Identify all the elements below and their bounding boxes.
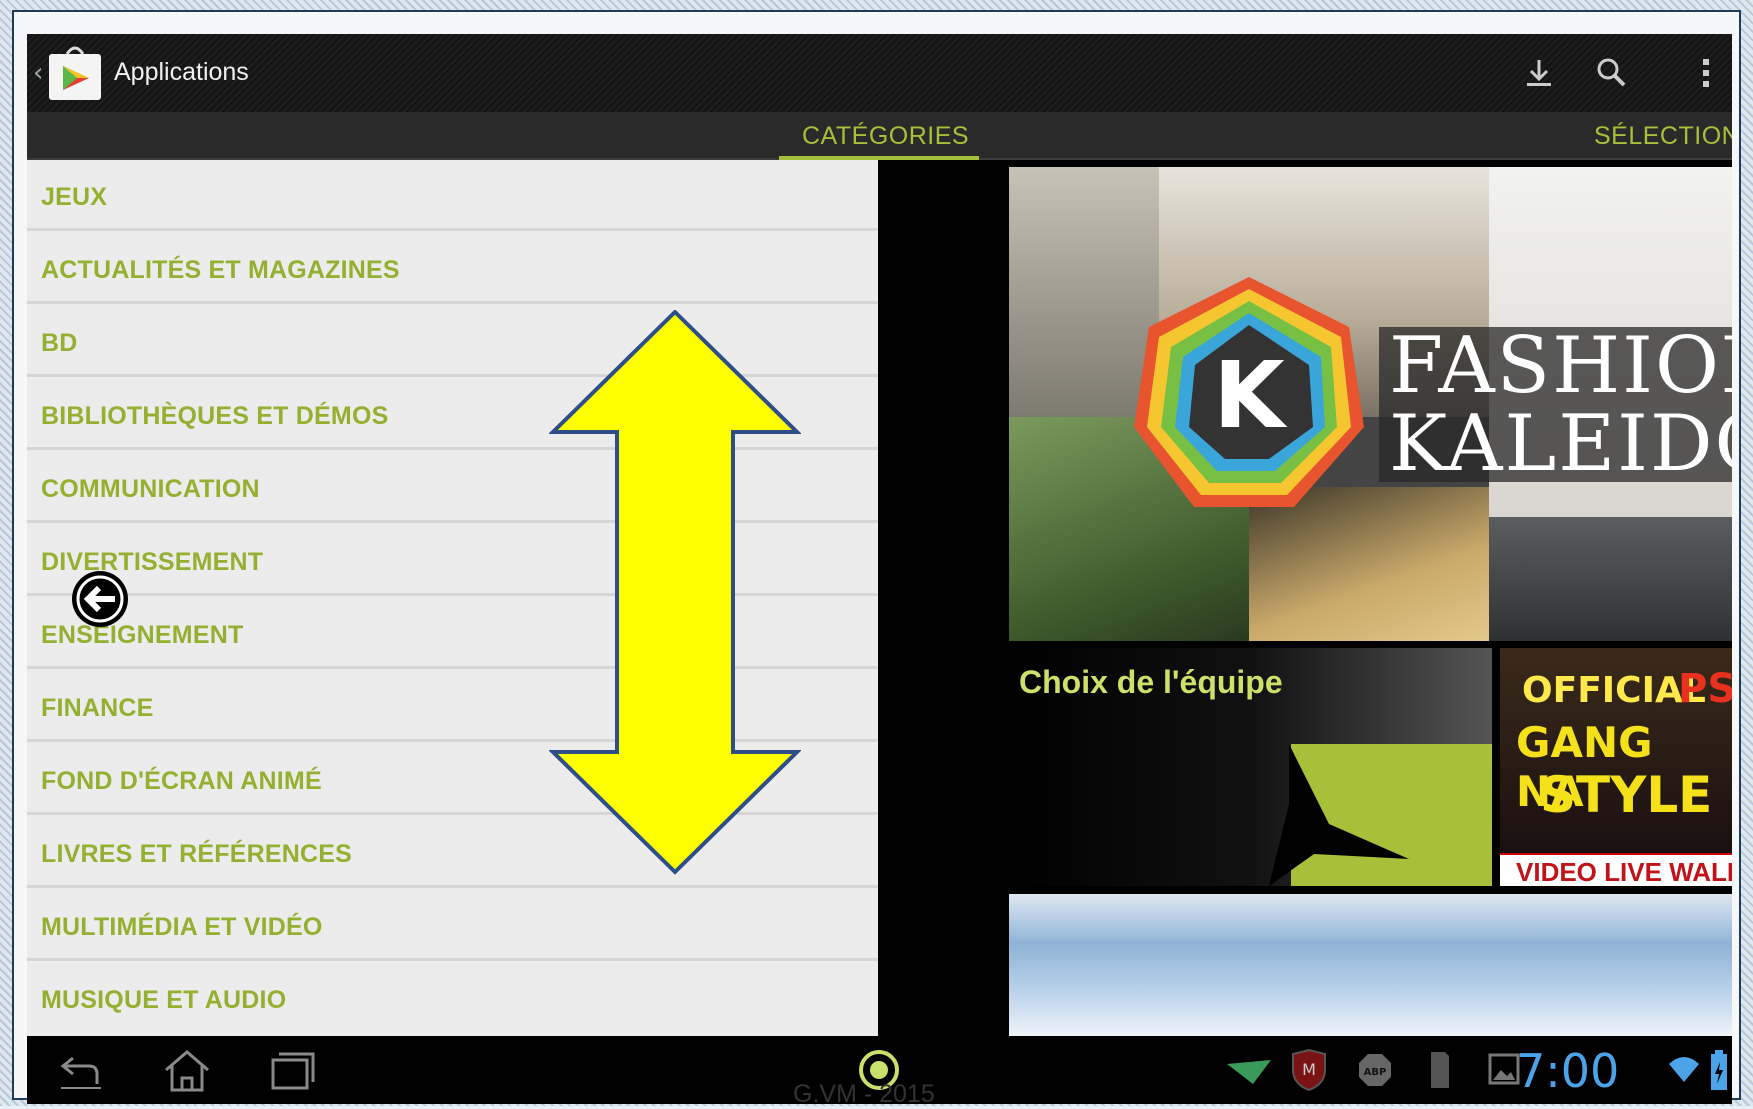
- category-label: LIVRES ET RÉFÉRENCES: [41, 840, 352, 868]
- editors-choice-title: Choix de l'équipe: [1019, 664, 1283, 700]
- search-icon[interactable]: [1591, 52, 1633, 94]
- category-label: FOND D'ÉCRAN ANIMÉ: [41, 767, 322, 795]
- category-label: COMMUNICATION: [41, 475, 260, 503]
- psy-caption: VIDEO LIVE WALL: [1516, 857, 1732, 886]
- mcafee-icon[interactable]: M: [1289, 1048, 1329, 1092]
- banner-line-1: FASHION: [1389, 321, 1732, 411]
- status-clock: 7:00: [1516, 1044, 1620, 1098]
- category-label: JEUX: [41, 183, 108, 211]
- category-item-musique[interactable]: MUSIQUE ET AUDIO: [27, 963, 878, 1034]
- download-icon[interactable]: [1518, 52, 1560, 94]
- psy-line-1b: PS: [1678, 666, 1732, 712]
- category-label: BIBLIOTHÈQUES ET DÉMOS: [41, 402, 389, 430]
- back-caret-icon[interactable]: ‹: [33, 58, 43, 88]
- editors-choice-card[interactable]: Choix de l'équipe: [1009, 648, 1492, 886]
- category-label: FINANCE: [41, 694, 154, 722]
- category-item-multimedia[interactable]: MULTIMÉDIA ET VIDÉO: [27, 890, 878, 961]
- scroll-arrow-icon: [549, 310, 801, 875]
- psy-video-wallpaper-card[interactable]: OFFICIAL PS GANG NA STYLE VIDEO LIVE WAL…: [1500, 648, 1732, 886]
- tabs-bar: CATÉGORIES SÉLECTION: [27, 112, 1732, 160]
- home-icon[interactable]: [160, 1046, 214, 1094]
- banner-title: FASHION KALEIDOS: [1389, 327, 1732, 483]
- back-arrow-icon: [72, 571, 128, 627]
- featured-sky-card[interactable]: [1009, 894, 1732, 1036]
- battery-icon[interactable]: [1709, 1048, 1729, 1092]
- svg-text:ABP: ABP: [1364, 1067, 1387, 1078]
- tablet-screen: ‹ Applications CATÉGORIES SÉLECTION JEUX…: [27, 34, 1732, 1104]
- fashion-kaleidoscope-banner[interactable]: K FASHION KALEIDOS: [1009, 167, 1732, 641]
- photo-tile: [1489, 517, 1732, 641]
- notification-icon[interactable]: [1227, 1056, 1271, 1086]
- tab-selection[interactable]: SÉLECTION: [1594, 122, 1732, 151]
- svg-text:M: M: [1302, 1060, 1316, 1079]
- category-label: ACTUALITÉS ET MAGAZINES: [41, 256, 400, 284]
- play-store-icon[interactable]: [47, 44, 103, 102]
- watermark: G.VM - 2015: [793, 1080, 935, 1108]
- app-title: Applications: [114, 58, 249, 86]
- category-item-jeux[interactable]: JEUX: [27, 160, 878, 231]
- back-icon[interactable]: [55, 1050, 107, 1094]
- category-label: MUSIQUE ET AUDIO: [41, 986, 287, 1014]
- category-label: BD: [41, 329, 78, 357]
- star-icon: [1269, 744, 1409, 886]
- sd-card-icon[interactable]: [1427, 1050, 1451, 1090]
- kaleidoscope-logo-icon: K: [1134, 277, 1364, 507]
- featured-panel: K FASHION KALEIDOS Choix de l'équipe OFF…: [878, 160, 1732, 1036]
- banner-line-2: KALEIDOS: [1389, 399, 1732, 489]
- category-label: MULTIMÉDIA ET VIDÉO: [41, 913, 323, 941]
- tab-categories[interactable]: CATÉGORIES: [802, 122, 969, 151]
- overflow-menu-icon[interactable]: [1685, 52, 1727, 94]
- category-item-actualites[interactable]: ACTUALITÉS ET MAGAZINES: [27, 233, 878, 304]
- action-bar: ‹ Applications: [27, 34, 1732, 112]
- psy-caption-bar: VIDEO LIVE WALL: [1500, 853, 1732, 886]
- recent-apps-icon[interactable]: [267, 1048, 317, 1094]
- adblock-icon[interactable]: ABP: [1357, 1052, 1393, 1088]
- psy-line-3: STYLE: [1540, 766, 1713, 824]
- banner-letter: K: [1213, 342, 1288, 449]
- wifi-icon[interactable]: [1667, 1052, 1701, 1086]
